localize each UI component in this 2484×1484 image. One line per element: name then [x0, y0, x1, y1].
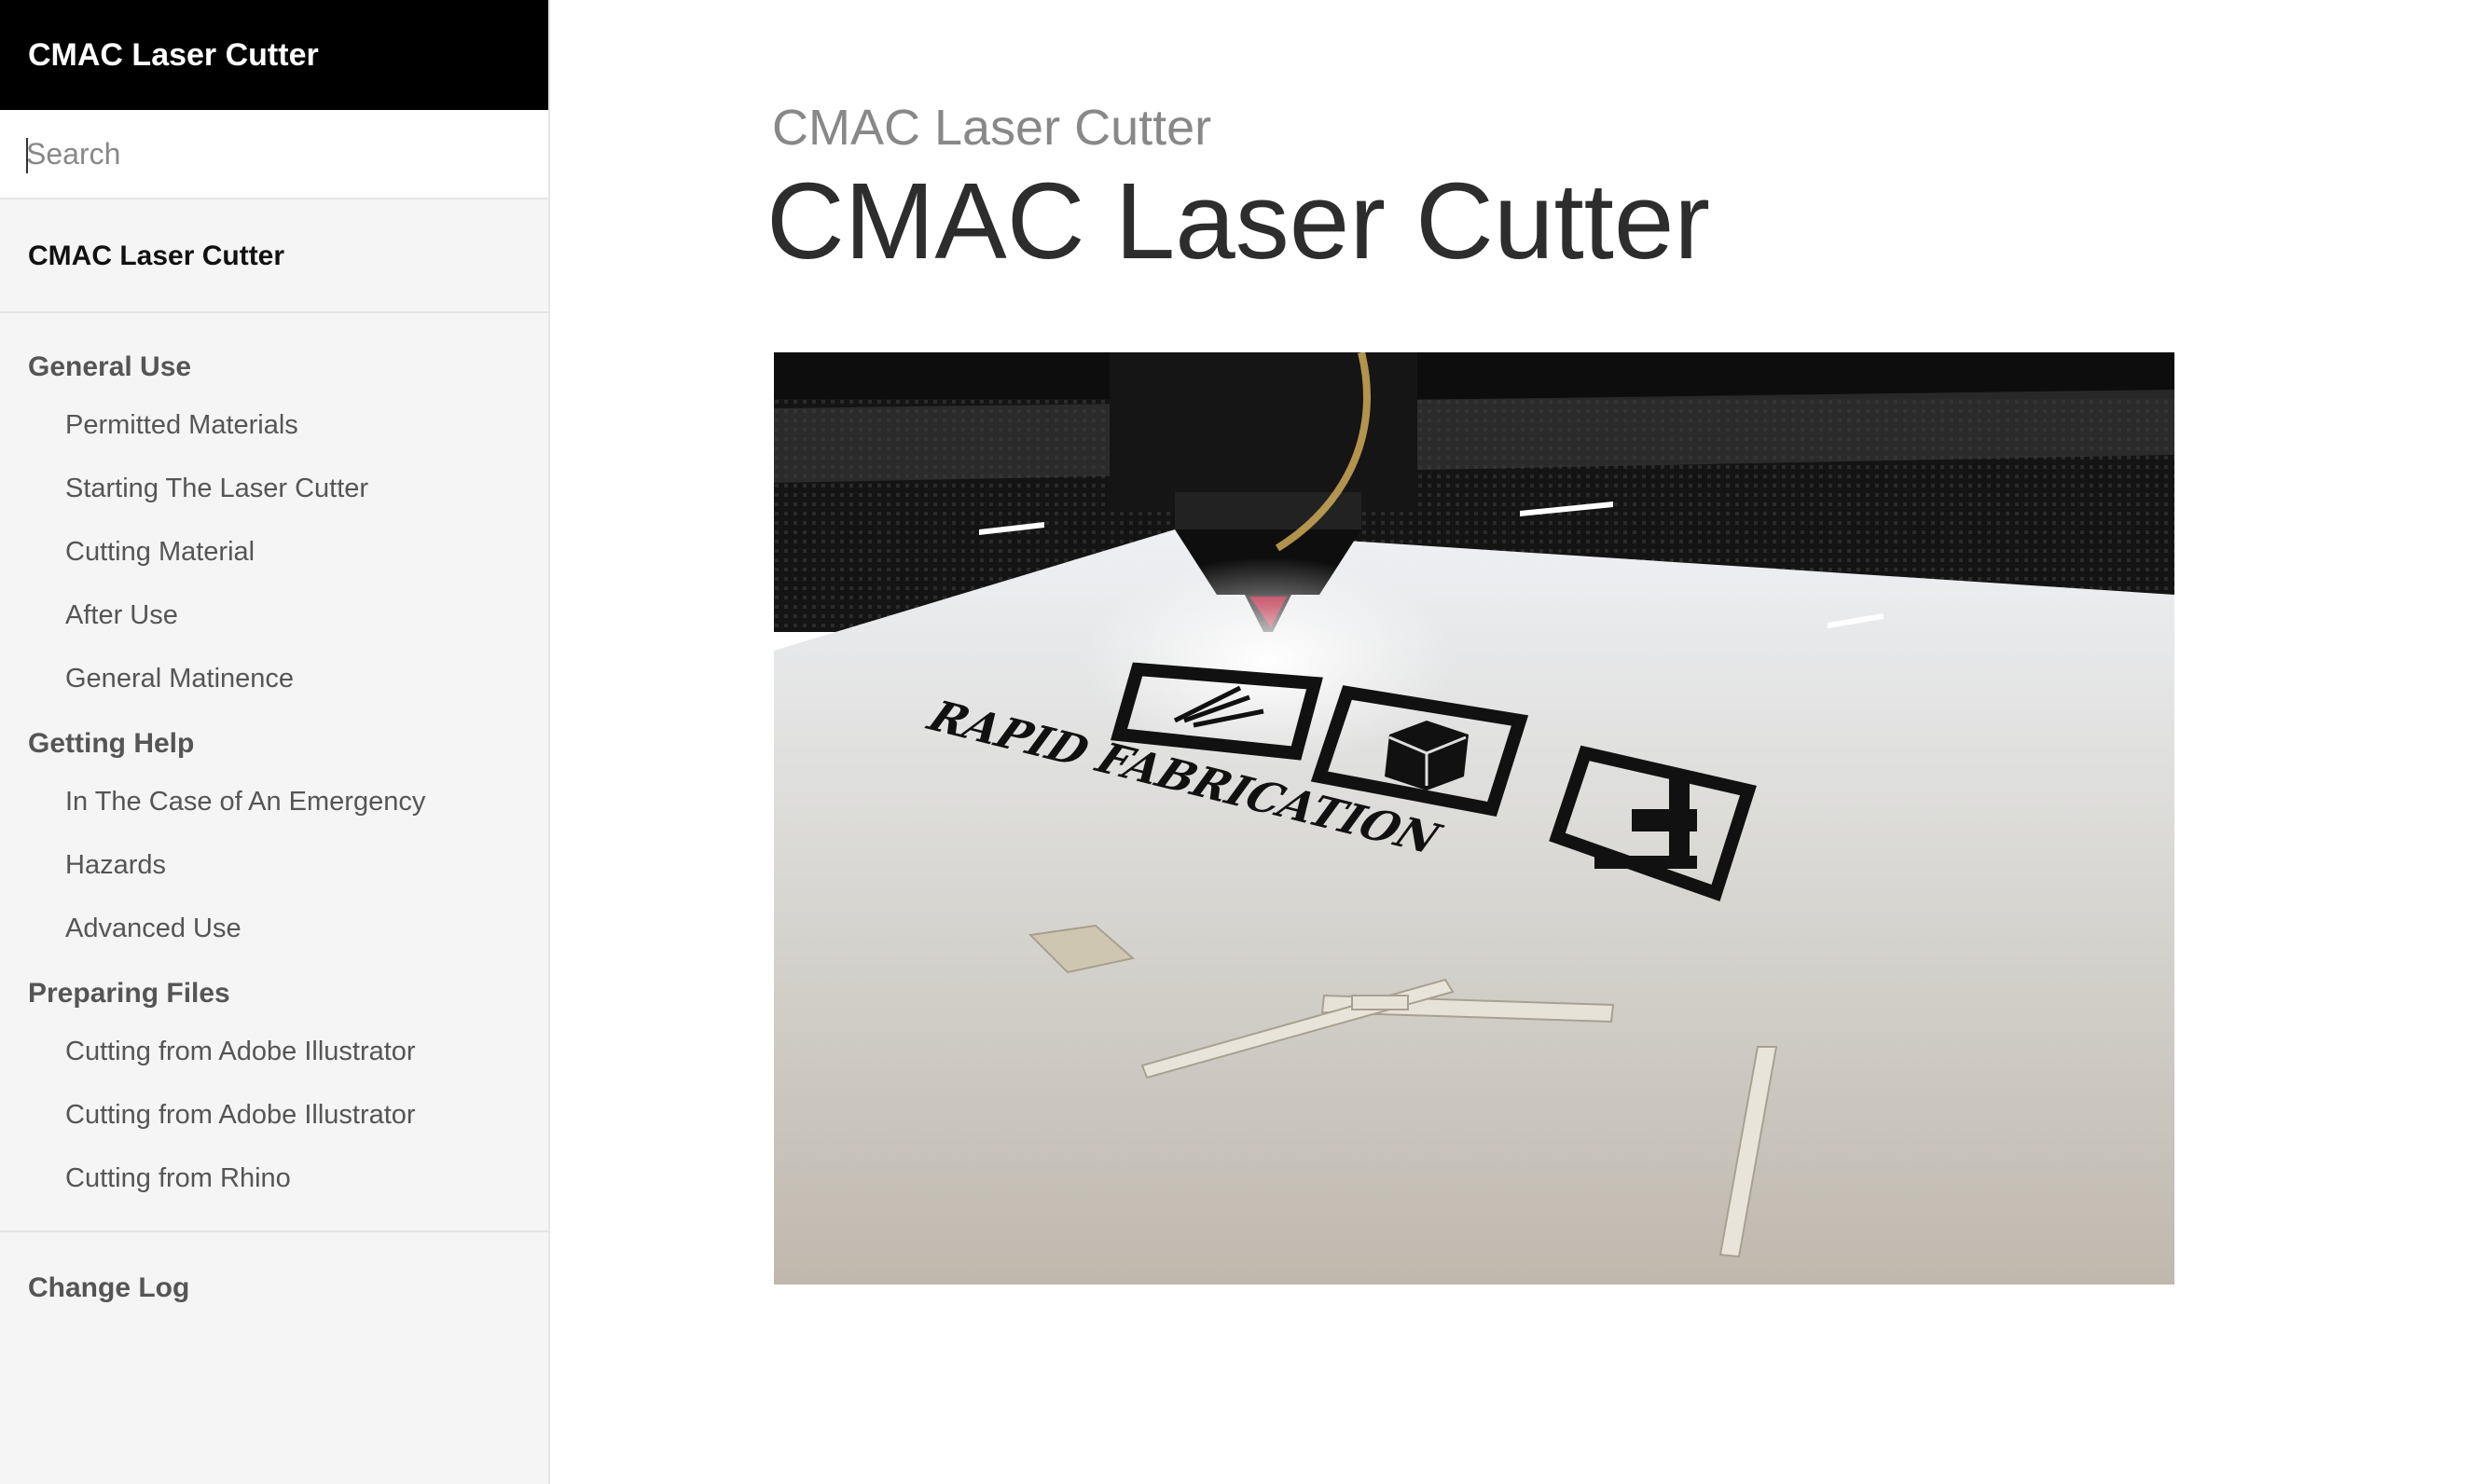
sidebar-item-illustrator-1[interactable]: Cutting from Adobe Illustrator	[0, 1020, 548, 1083]
site-brand[interactable]: CMAC Laser Cutter	[0, 0, 548, 110]
sidebar-item-general-maintenance[interactable]: General Matinence	[0, 647, 548, 710]
sidebar-item-home[interactable]: CMAC Laser Cutter	[0, 199, 548, 313]
search-box	[0, 110, 548, 199]
sidebar-item-permitted-materials[interactable]: Permitted Materials	[0, 393, 548, 457]
nav-group-preparing-files: Preparing Files Cutting from Adobe Illus…	[0, 968, 548, 1210]
sidebar-item-after-use[interactable]: After Use	[0, 584, 548, 647]
sidebar: CMAC Laser Cutter CMAC Laser Cutter Gene…	[0, 0, 550, 1484]
hero-image: RAPID FABRICATION	[774, 352, 2174, 1285]
nav-group-title: General Use	[28, 351, 192, 382]
material-sheet	[774, 529, 2174, 1285]
page-title: CMAC Laser Cutter	[766, 160, 1711, 282]
sidebar-item-cutting-material[interactable]: Cutting Material	[0, 520, 548, 584]
sidebar-item-hazards[interactable]: Hazards	[0, 833, 548, 897]
search-input[interactable]	[0, 110, 548, 198]
nav-group-title: Preparing Files	[28, 978, 230, 1009]
sidebar-footer: Change Log	[0, 1230, 548, 1316]
sidebar-item-illustrator-2[interactable]: Cutting from Adobe Illustrator	[0, 1083, 548, 1147]
page-kicker: CMAC Laser Cutter	[772, 100, 1212, 156]
sidebar-item-advanced-use[interactable]: Advanced Use	[0, 897, 548, 960]
sidebar-item-starting-laser-cutter[interactable]: Starting The Laser Cutter	[0, 457, 548, 520]
sidebar-item-rhino[interactable]: Cutting from Rhino	[0, 1147, 548, 1210]
nav-group-general-use: General Use Permitted Materials Starting…	[0, 313, 548, 710]
main-content: CMAC Laser Cutter CMAC Laser Cutter RAPI…	[550, 0, 2484, 1484]
nav-group-title: Getting Help	[28, 728, 195, 759]
sidebar-item-change-log[interactable]: Change Log	[0, 1260, 548, 1316]
text-cursor	[26, 138, 28, 173]
nav-group-getting-help: Getting Help In The Case of An Emergency…	[0, 718, 548, 960]
sidebar-item-emergency[interactable]: In The Case of An Emergency	[0, 770, 548, 833]
